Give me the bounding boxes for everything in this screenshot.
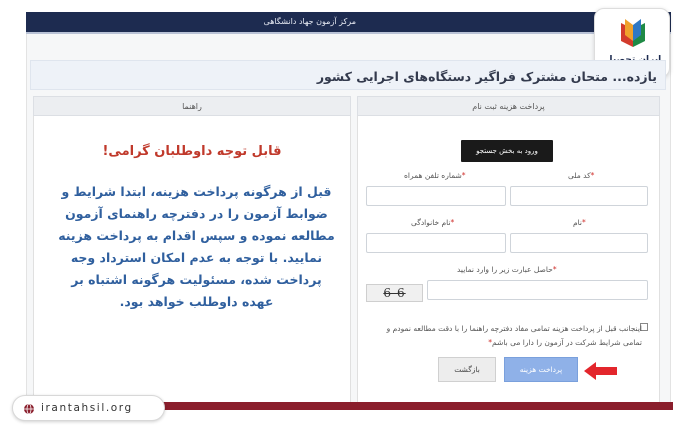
site-header: مرکز آزمون جهاد دانشگاهی xyxy=(26,12,671,34)
captcha-input[interactable] xyxy=(427,280,648,300)
first-name-label: *نام xyxy=(573,218,586,227)
agree-text: اینجانب قبل از پرداخت هزینه تمامی مفاد د… xyxy=(386,324,642,347)
exam-title: یازده... متحان مشترک فراگیر دستگاه‌های ا… xyxy=(316,69,657,84)
book-logo-icon xyxy=(621,19,645,47)
pointer-arrow-icon xyxy=(584,362,617,380)
captcha-label: *حاصل عبارت زیر را وارد نمایید xyxy=(457,265,557,274)
last-name-input[interactable] xyxy=(366,233,506,253)
header-title: مرکز آزمون جهاد دانشگاهی xyxy=(263,17,356,26)
guide-panel-header: راهنما xyxy=(33,96,351,116)
captcha-image: 6-6 xyxy=(366,284,423,302)
national-code-input[interactable] xyxy=(510,186,648,206)
phone-label: *شماره تلفن همراه xyxy=(404,171,466,180)
globe-icon xyxy=(24,403,34,415)
last-name-label: *نام خانوادگی xyxy=(411,218,455,227)
site-url: irantahsil.org xyxy=(41,402,133,414)
guide-text: قبل از هرگونه پرداخت هزینه، ابتدا شرایط … xyxy=(58,184,335,309)
enter-search-button[interactable]: ورود به بخش جستجو xyxy=(461,140,553,162)
form-panel-header: پرداخت هزینه ثبت نام xyxy=(357,96,660,116)
site-badge: irantahsil.org xyxy=(12,395,165,421)
phone-input[interactable] xyxy=(366,186,506,206)
national-code-label: *کد ملی xyxy=(568,171,595,180)
pay-button[interactable]: پرداخت هزینه xyxy=(504,357,578,382)
first-name-input[interactable] xyxy=(510,233,648,253)
back-button[interactable]: بازگشت xyxy=(438,357,496,382)
attention-heading: قابل توجه داوطلبان گرامی! xyxy=(102,144,282,159)
bottom-accent-bar xyxy=(120,402,673,410)
exam-title-bar: یازده... متحان مشترک فراگیر دستگاه‌های ا… xyxy=(30,60,666,90)
